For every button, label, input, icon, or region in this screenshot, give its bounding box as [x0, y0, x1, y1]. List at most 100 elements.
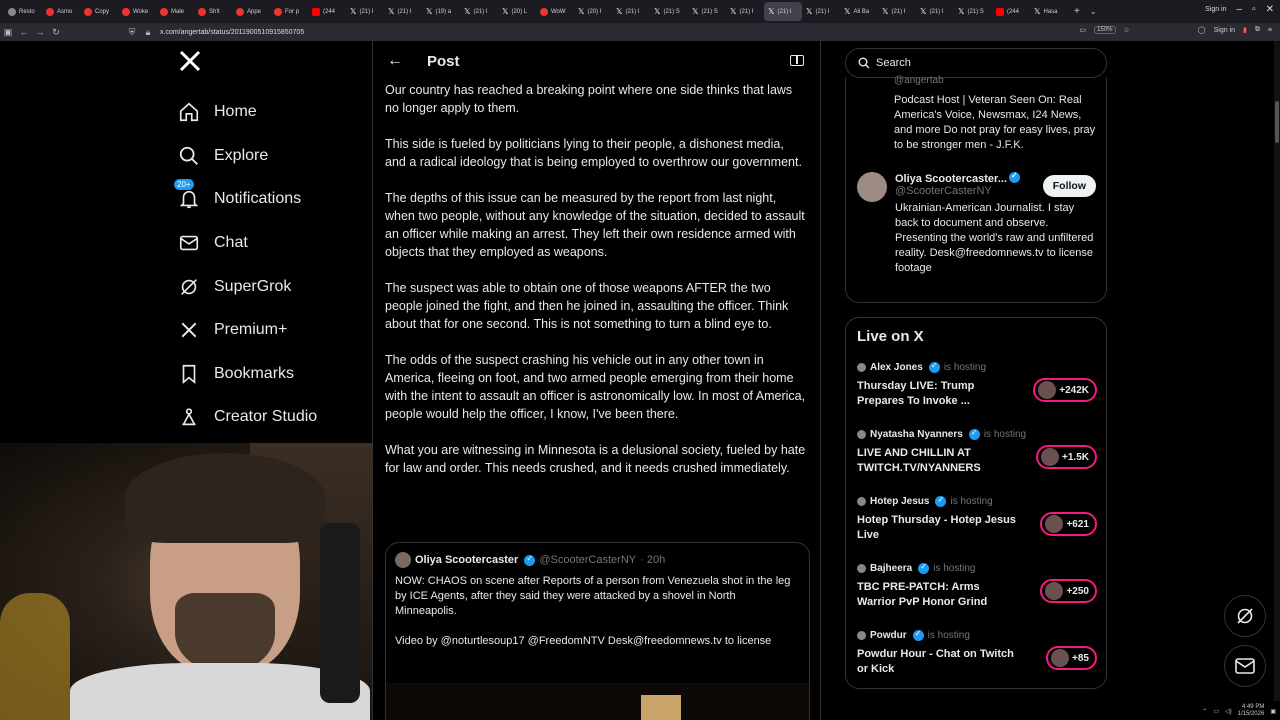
avatar[interactable] — [857, 363, 866, 372]
browser-tab[interactable]: 𝕏 (21) I — [802, 2, 840, 21]
clock[interactable]: 4:49 PM 1/15/2026 — [1238, 704, 1265, 718]
avatar[interactable] — [857, 564, 866, 573]
minimize-button[interactable]: – — [1237, 4, 1243, 15]
grok-button[interactable] — [1224, 595, 1266, 637]
nav-item-bookmarks[interactable]: Bookmarks — [178, 359, 294, 389]
browser-tab[interactable]: 𝕏 (21) I — [916, 2, 954, 21]
browser-tab[interactable]: 𝕏 (21) I — [764, 2, 802, 21]
live-item[interactable]: Bajheera is hosting TBC PRE-PATCH: Arms Wa… — [857, 562, 1097, 610]
browser-tab[interactable]: 𝕏 Hasa — [1030, 2, 1068, 21]
browser-tab[interactable]: For p — [270, 2, 308, 21]
reader-mode-icon[interactable] — [790, 55, 804, 66]
host-name[interactable]: Alex Jones — [870, 362, 923, 373]
browser-tab[interactable]: (244 — [992, 2, 1030, 21]
extension-icon[interactable]: ▮ — [1243, 26, 1247, 34]
browser-tab[interactable]: 𝕏 (21) S — [954, 2, 992, 21]
live-title[interactable]: TBC PRE-PATCH: Arms Warrior PvP Honor Gr… — [857, 580, 1017, 610]
url-field[interactable]: x.com/angertab/status/201190051091585070… — [160, 29, 304, 36]
browser-tab[interactable]: 𝕏 (21) I — [878, 2, 916, 21]
nav-item-supergrok[interactable]: SuperGrok — [178, 272, 291, 302]
browser-tab[interactable]: Sh!t — [194, 2, 232, 21]
live-item[interactable]: Powdur is hosting Powdur Hour - Chat on Tw… — [857, 629, 1097, 677]
quoted-author-name[interactable]: Oliya Scootercaster — [415, 554, 518, 566]
zoom-level[interactable]: 150% — [1094, 26, 1116, 34]
maximize-button[interactable]: ▫ — [1252, 4, 1256, 15]
tab-list-chevron-icon[interactable]: ⌄ — [1090, 7, 1097, 16]
live-listener-pill[interactable]: +242K — [1033, 378, 1097, 402]
quoted-post[interactable]: Oliya Scootercaster @ScooterCasterNY · 2… — [385, 542, 810, 720]
live-title[interactable]: LIVE AND CHILLIN AT TWITCH.TV/NYANNERS — [857, 446, 1017, 476]
browser-tab[interactable]: Appe — [232, 2, 270, 21]
reader-view-icon[interactable]: ▭ — [1080, 26, 1087, 34]
browser-tab[interactable]: 𝕏 (20) L — [498, 2, 536, 21]
live-item[interactable]: Alex Jones is hosting Thursday LIVE: Trump… — [857, 361, 1097, 409]
quoted-video-thumbnail[interactable] — [386, 683, 809, 720]
avatar[interactable] — [395, 552, 411, 568]
browser-tab[interactable]: Resto — [4, 2, 42, 21]
browser-tab[interactable]: 𝕏 (21) S — [650, 2, 688, 21]
sign-in-label[interactable]: Sign in — [1214, 27, 1235, 34]
nav-item-chat[interactable]: Chat — [178, 228, 248, 258]
browser-tab[interactable]: 𝕏 (21) I — [726, 2, 764, 21]
bookmark-star-icon[interactable]: ☆ — [1124, 26, 1130, 34]
nav-item-premium[interactable]: Premium+ — [178, 315, 287, 345]
quoted-author-handle[interactable]: @ScooterCasterNY — [539, 554, 636, 566]
scroll-thumb[interactable] — [1275, 101, 1279, 143]
host-name[interactable]: Hotep Jesus — [870, 496, 929, 507]
live-item[interactable]: Nyatasha Nyanners is hosting LIVE AND CHIL… — [857, 428, 1097, 476]
nav-item-home[interactable]: Home — [178, 97, 257, 127]
partial-handle[interactable]: @angertab — [894, 75, 944, 86]
browser-tab[interactable]: 𝕏 (19) a — [422, 2, 460, 21]
page-scrollbar[interactable] — [1274, 41, 1280, 701]
live-title[interactable]: Hotep Thursday - Hotep Jesus Live — [857, 513, 1017, 543]
menu-icon[interactable]: ≡ — [1268, 27, 1272, 34]
live-item[interactable]: Hotep Jesus is hosting Hotep Thursday - Ho… — [857, 495, 1097, 543]
reload-icon[interactable]: ↻ — [48, 27, 64, 38]
host-name[interactable]: Powdur — [870, 630, 907, 641]
avatar[interactable] — [857, 497, 866, 506]
nav-item-explore[interactable]: Explore — [178, 141, 268, 171]
account-icon[interactable]: ◯ — [1198, 26, 1206, 34]
messages-button[interactable] — [1224, 645, 1266, 687]
search-input[interactable]: Search — [845, 48, 1107, 78]
network-icon[interactable]: ▭ — [1213, 708, 1219, 715]
browser-tab[interactable]: 𝕏 Ali Ba — [840, 2, 878, 21]
host-name[interactable]: Nyatasha Nyanners — [870, 429, 963, 440]
sign-in-button[interactable]: Sign in — [1205, 6, 1226, 13]
browser-tab[interactable]: 𝕏 (21) I — [384, 2, 422, 21]
forward-arrow-icon[interactable]: → — [32, 27, 48, 37]
close-window-button[interactable]: ✕ — [1266, 4, 1274, 15]
shield-icon[interactable]: ⛨ — [124, 27, 140, 38]
avatar[interactable] — [857, 631, 866, 640]
live-listener-pill[interactable]: +85 — [1046, 646, 1097, 670]
volume-icon[interactable]: ◁) — [1225, 708, 1232, 715]
browser-tab[interactable]: 𝕏 (21) I — [346, 2, 384, 21]
nav-item-notifications[interactable]: 20+ Notifications — [174, 179, 301, 214]
extensions-puzzle-icon[interactable]: ⧉ — [1255, 26, 1260, 34]
browser-tab[interactable]: (244 — [308, 2, 346, 21]
browser-tab[interactable]: 𝕏 (21) S — [688, 2, 726, 21]
tray-chevron-icon[interactable]: ⌃ — [1202, 708, 1207, 715]
notification-icon[interactable]: ▣ — [1270, 708, 1276, 715]
follow-button[interactable]: Follow — [1042, 175, 1096, 197]
back-arrow-icon[interactable]: ← — [16, 27, 32, 37]
sidebar-toggle-icon[interactable]: ▣ — [0, 27, 16, 38]
quoted-post-time[interactable]: · 20h — [640, 554, 665, 566]
browser-tab[interactable]: Asmo — [42, 2, 80, 21]
host-name[interactable]: Bajheera — [870, 563, 912, 574]
live-listener-pill[interactable]: +621 — [1040, 512, 1097, 536]
browser-tab[interactable]: Copy — [80, 2, 118, 21]
live-title[interactable]: Thursday LIVE: Trump Prepares To Invoke … — [857, 379, 1017, 409]
x-logo-icon[interactable] — [178, 49, 204, 75]
avatar[interactable] — [857, 172, 887, 202]
lock-icon[interactable]: 🔒︎ — [140, 27, 156, 38]
new-tab-button[interactable]: + — [1074, 6, 1080, 17]
live-listener-pill[interactable]: +250 — [1040, 579, 1097, 603]
live-listener-pill[interactable]: +1.5K — [1036, 445, 1097, 469]
browser-tab[interactable]: 𝕏 (20) I — [574, 2, 612, 21]
avatar[interactable] — [857, 430, 866, 439]
back-arrow-icon[interactable]: ← — [387, 52, 427, 70]
browser-tab[interactable]: Woke — [118, 2, 156, 21]
nav-item-creator-studio[interactable]: Creator Studio — [178, 402, 317, 432]
browser-tab[interactable]: 𝕏 (21) I — [460, 2, 498, 21]
